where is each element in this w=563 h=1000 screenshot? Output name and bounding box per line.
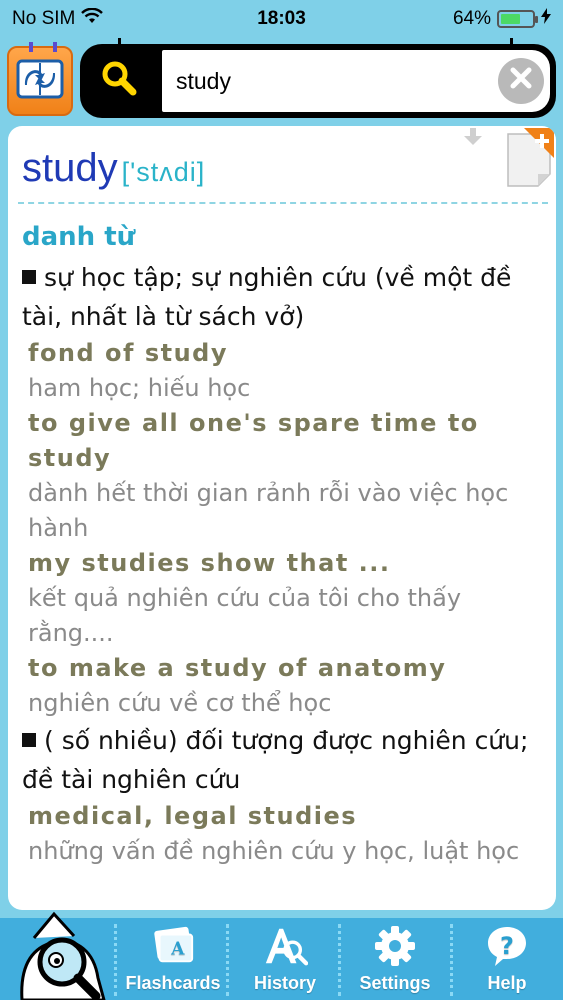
flashcards-icon: A	[150, 923, 196, 969]
tab-label: Flashcards	[125, 973, 221, 993]
part-of-speech: danh từ	[22, 222, 136, 252]
dictionary-switch-button[interactable]	[7, 42, 73, 116]
tab-label: Settings	[359, 973, 431, 993]
definition-card: study ['stʌdi] danh từ sự học tập; sự ng…	[8, 126, 556, 910]
header-divider	[18, 202, 548, 204]
entry-header: study ['stʌdi]	[22, 146, 205, 191]
tab-label: History	[253, 973, 316, 993]
gear-icon	[372, 923, 418, 969]
battery-percent: 64%	[452, 8, 491, 29]
tab-settings[interactable]: Settings	[340, 918, 450, 1000]
example-phrase: my studies show that ...	[28, 549, 391, 577]
tab-help[interactable]: ? Help	[452, 918, 562, 1000]
history-icon	[262, 923, 308, 969]
status-left: No SIM	[12, 7, 104, 30]
tab-mark	[53, 42, 57, 52]
charging-icon	[541, 8, 551, 30]
tab-flashcards[interactable]: A Flashcards	[118, 918, 228, 1000]
tab-divider	[226, 924, 229, 996]
example-translation: nghiên cứu về cơ thể học	[28, 689, 332, 717]
sense-text: sự học tập; sự nghiên cứu (về một đề tài…	[22, 263, 512, 331]
example-phrase: fond of study	[28, 339, 229, 367]
add-note-icon	[507, 128, 554, 187]
example-translation: dành hết thời gian rảnh rỗi vào việc học…	[28, 479, 509, 542]
swap-book-icon	[15, 57, 65, 106]
battery-fill	[501, 14, 521, 24]
search-button[interactable]	[94, 56, 144, 106]
wifi-icon	[81, 7, 104, 30]
tab-label: Help	[487, 973, 527, 993]
example-phrase: to give all one's spare time to study	[28, 409, 479, 472]
help-icon: ?	[484, 923, 530, 969]
sense-definition: sự học tập; sự nghiên cứu (về một đề tài…	[22, 258, 536, 336]
search-icon	[99, 59, 139, 104]
search-input[interactable]	[176, 61, 498, 101]
add-flashcard-button[interactable]	[504, 128, 554, 187]
mascot-magnifier-icon	[20, 911, 106, 1000]
example-translation: kết quả nghiên cứu của tôi cho thấy rằng…	[28, 584, 462, 647]
tab-history[interactable]: History	[230, 918, 340, 1000]
definition-body: danh từ sự học tập; sự nghiên cứu (về mộ…	[22, 220, 536, 869]
battery-icon	[497, 10, 538, 28]
tab-divider	[114, 924, 117, 996]
bullet-icon	[22, 733, 36, 747]
svg-text:?: ?	[500, 932, 514, 960]
mascot-button[interactable]	[14, 908, 112, 1000]
status-right: 64%	[453, 8, 551, 30]
phonetic: ['stʌdi]	[121, 157, 206, 187]
tab-mark	[29, 42, 33, 52]
close-icon	[508, 63, 534, 97]
bullet-icon	[22, 270, 36, 284]
example-phrase: medical, legal studies	[28, 802, 358, 830]
tab-bar: A Flashcards History Settings ? Help	[0, 911, 563, 1000]
sense-definition: ( số nhiều) đối tượng được nghiên cứu; đ…	[22, 721, 536, 799]
example-translation: ham học; hiếu học	[28, 374, 251, 402]
clear-search-button[interactable]	[498, 58, 544, 104]
sense-text: ( số nhiều) đối tượng được nghiên cứu; đ…	[22, 726, 529, 794]
arrow-down-icon	[462, 126, 484, 152]
carrier-label: No SIM	[12, 8, 76, 29]
status-bar: No SIM 18:03 64%	[0, 0, 563, 38]
svg-text:A: A	[170, 940, 185, 960]
example-phrase: to make a study of anatomy	[28, 654, 447, 682]
search-field	[162, 50, 550, 112]
search-bar	[80, 44, 556, 118]
example-translation: những vấn đề nghiên cứu y học, luật học	[28, 837, 520, 865]
headword: study	[22, 146, 118, 190]
